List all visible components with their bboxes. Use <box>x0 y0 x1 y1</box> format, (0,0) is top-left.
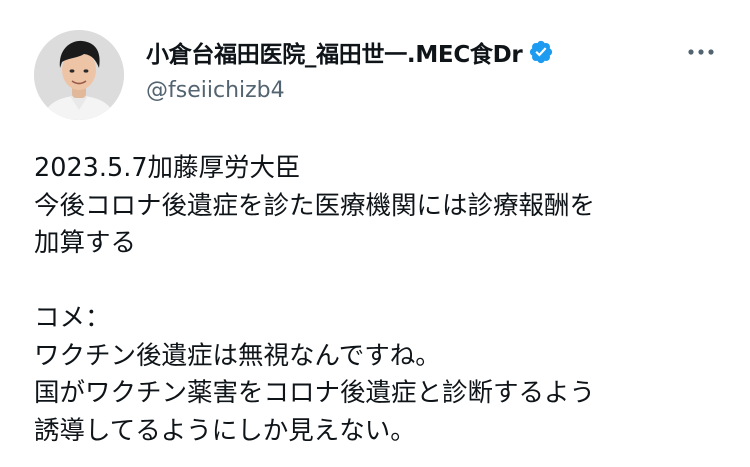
more-horizontal-icon <box>688 49 714 55</box>
name-row: 小倉台福田医院_福田世一.MEC食Dr <box>146 34 670 70</box>
tweet-text-line: 今後コロナ後遺症を診た医療機関には診療報酬を <box>34 190 596 221</box>
handle[interactable]: @fseiichizb4 <box>146 78 670 103</box>
tweet-text-line: 誘導してるようにしか見えない。 <box>34 415 416 446</box>
tweet-text-line: 加算する <box>34 228 137 258</box>
tweet-text-line: 2023.5.7加藤厚労大臣 <box>34 153 301 183</box>
tweet[interactable]: 小倉台福田医院_福田世一.MEC食Dr @fseiichizb4 2023.5.… <box>0 0 750 467</box>
tweet-text-line: コメ： <box>34 303 111 333</box>
avatar[interactable] <box>34 30 124 120</box>
author-block: 小倉台福田医院_福田世一.MEC食Dr @fseiichizb4 <box>146 34 670 103</box>
display-name[interactable]: 小倉台福田医院_福田世一.MEC食Dr <box>146 35 523 69</box>
tweet-text: 2023.5.7加藤厚労大臣 今後コロナ後遺症を診た医療機関には診療報酬を 加算… <box>34 150 724 450</box>
tweet-text-line: 国がワクチン薬害をコロナ後遺症と診断するよう <box>34 378 596 408</box>
more-options-button[interactable] <box>686 40 716 64</box>
verified-badge-icon <box>528 39 554 65</box>
avatar-image <box>34 30 124 120</box>
tweet-text-line: ワクチン後遺症は無視なんですね。 <box>34 340 441 371</box>
